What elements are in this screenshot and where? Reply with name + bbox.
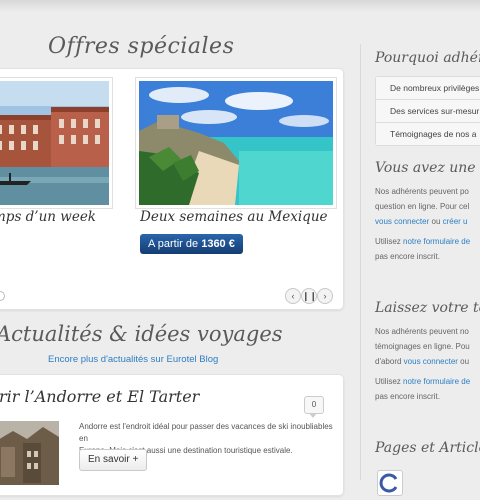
andorre-photo[interactable]: [0, 421, 59, 485]
article-title[interactable]: rir l’Andorre et El Tarter: [0, 387, 199, 406]
question-or-text: ou: [429, 217, 443, 226]
testimony-heading: Laissez votre té: [375, 300, 480, 316]
question-line3: vous connecter ou créer u: [375, 214, 480, 229]
why-item-services[interactable]: Des services sur-mesur: [376, 100, 480, 123]
question-form-prefix: Utilisez: [375, 237, 404, 246]
carousel-indicator-dot[interactable]: [0, 291, 5, 301]
question-form-line1: Utilisez notre formulaire de: [375, 234, 480, 249]
price-value: 1360 €: [201, 238, 235, 250]
question-line2: question en ligne. Pour cel: [375, 202, 470, 211]
news-article-card: rir l’Andorre et El Tarter 0 Andorre est…: [0, 374, 344, 496]
testimony-form-prefix: Utilisez: [375, 377, 404, 386]
sidebar: Pourquoi adhér De nombreux privilèges De…: [360, 44, 480, 496]
read-more-button[interactable]: En savoir +: [79, 449, 148, 471]
offer-title-weekend[interactable]: mps d’un week: [0, 209, 96, 225]
why-item-privileges[interactable]: De nombreux privilèges: [376, 77, 480, 100]
blog-link[interactable]: Encore plus d'actualités sur Eurotel Blo…: [48, 354, 218, 365]
testimony-login-link[interactable]: vous connecter: [404, 357, 458, 366]
carousel-prev-button[interactable]: ‹: [285, 288, 301, 304]
testimony-line3: d'abord vous connecter ou: [375, 354, 480, 369]
article-excerpt-line1: Andorre est l'endroit idéal pour passer …: [79, 422, 333, 443]
question-login-link[interactable]: vous connecter: [375, 217, 429, 226]
question-form-line2: pas encore inscrit.: [375, 252, 440, 261]
offers-carousel: mps d’un week Deux semaines au Mexique A…: [0, 68, 344, 310]
main-column: Offres spéciales mps d’un week Deux sema…: [0, 0, 360, 496]
testimony-form-line2: pas encore inscrit.: [375, 392, 440, 401]
why-item-testimonials[interactable]: Témoignages de nos a: [376, 123, 480, 145]
comment-count-badge[interactable]: 0: [304, 396, 324, 418]
g-logo-icon: [379, 473, 398, 493]
testimony-form-line1: Utilisez notre formulaire de: [375, 374, 480, 389]
testimony-form-paragraph: Utilisez notre formulaire de pas encore …: [375, 374, 480, 404]
mexico-beach-image: [139, 81, 333, 205]
price-prefix: A partir de: [148, 238, 199, 250]
news-heading: Actualités & idées voyages: [0, 322, 283, 346]
question-heading: Vous avez une q: [375, 160, 480, 176]
testimony-suffix: ou: [457, 357, 470, 366]
testimony-prefix: d'abord: [375, 357, 404, 366]
venice-image: [0, 81, 109, 205]
carousel-pause-button[interactable]: ❙❙: [301, 288, 317, 304]
question-line1: Nos adhérents peuvent po: [375, 187, 469, 196]
testimony-form-link[interactable]: notre formulaire de: [403, 377, 470, 386]
testimony-line1: Nos adhérents peuvent no: [375, 327, 469, 336]
carousel-next-button[interactable]: ›: [317, 288, 333, 304]
pages-articles-heading: Pages et Articles: [375, 440, 480, 456]
question-form-link[interactable]: notre formulaire de: [403, 237, 470, 246]
why-join-list: De nombreux privilèges Des services sur-…: [375, 76, 480, 146]
question-create-link[interactable]: créer u: [443, 217, 468, 226]
testimony-line2: témoignages en ligne. Pou: [375, 342, 470, 351]
testimony-paragraph: Nos adhérents peuvent no témoignages en …: [375, 324, 480, 369]
venice-photo[interactable]: [0, 77, 113, 209]
offers-heading: Offres spéciales: [48, 34, 235, 59]
pages-logo-icon[interactable]: [377, 470, 403, 496]
price-button-mexique[interactable]: A partir de 1360 €: [140, 234, 243, 254]
offer-title-mexique[interactable]: Deux semaines au Mexique: [140, 209, 328, 225]
question-form-paragraph: Utilisez notre formulaire de pas encore …: [375, 234, 480, 264]
question-paragraph: Nos adhérents peuvent po question en lig…: [375, 184, 480, 229]
mexico-beach-photo[interactable]: [135, 77, 337, 209]
andorre-image: [0, 421, 59, 485]
why-join-heading: Pourquoi adhér: [375, 50, 480, 66]
